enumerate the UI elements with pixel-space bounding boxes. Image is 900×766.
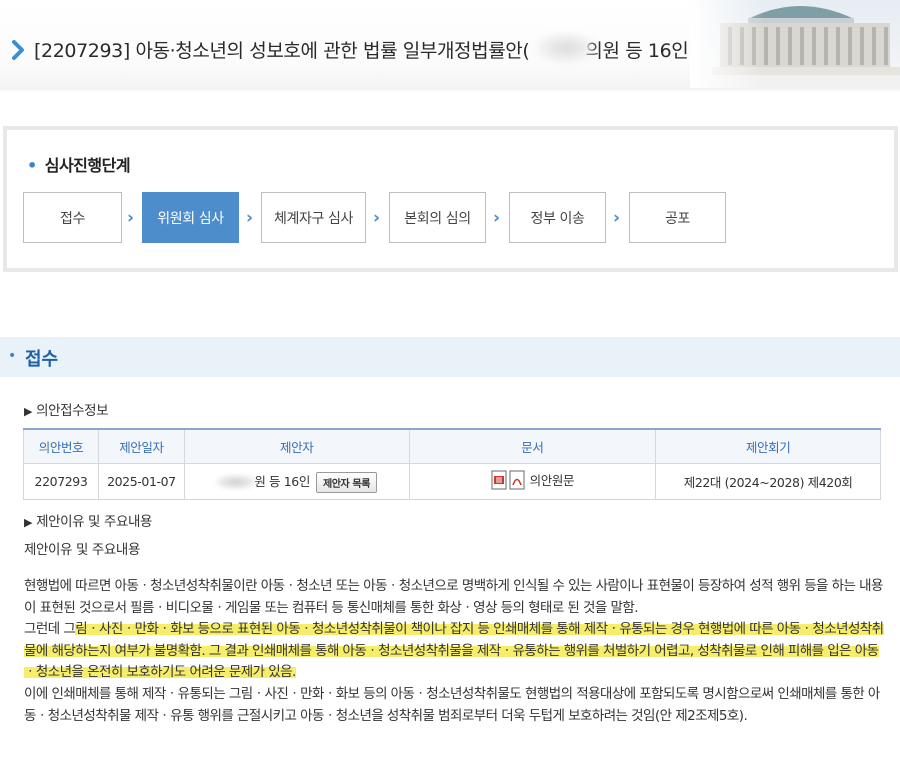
stage-title-text: 심사진행단계 — [44, 156, 131, 175]
triangle-right-icon: ▶ — [24, 516, 33, 529]
redaction-blur — [216, 475, 257, 489]
stage-title: • 심사진행단계 — [27, 152, 131, 176]
chevron-right-icon: › — [613, 208, 621, 228]
col-bill-no: 의안번호 — [23, 428, 99, 464]
reason-label: 제안이유 및 주요내용 — [24, 542, 140, 558]
reason-heading: ▶ 제안이유 및 주요내용 — [24, 510, 152, 530]
bullet-icon: • — [27, 156, 37, 175]
page-header: [2207293] 아동·청소년의 성보호에 관한 법률 일부개정법률안( 의원 … — [0, 0, 900, 92]
proposer-list-button[interactable]: 제안자 목록 — [315, 471, 378, 493]
bullet-icon: • — [8, 348, 17, 364]
highlighted-text: 림ㆍ사진ㆍ만화ㆍ화보 등으로 표현된 아동ㆍ청소년성착취물이 책이나 잡지 등 … — [24, 621, 884, 681]
info-heading: ▶ 의안접수정보 — [24, 399, 109, 419]
header-divider — [0, 88, 900, 92]
bill-info-table: 의안번호 제안일자 제안자 문서 제안회기 2207293 2025-01-07… — [23, 428, 881, 500]
paragraph-2: 그런데 그림ㆍ사진ㆍ만화ㆍ화보 등으로 표현된 아동ㆍ청소년성착취물이 책이나 … — [24, 619, 884, 684]
paragraph-3: 이에 인쇄매체를 통해 제작ㆍ유통되는 그림ㆍ사진ㆍ만화ㆍ화보 등의 아동ㆍ청소… — [24, 685, 880, 724]
title-arrow-icon — [12, 40, 24, 60]
col-proposer: 제안자 — [183, 428, 410, 464]
step-plenary[interactable]: 본회의 심의 — [389, 192, 486, 243]
bill-title-suffix: 의원 등 16인) — [585, 40, 696, 62]
chevron-right-icon: › — [493, 208, 501, 228]
proposer-text: 원 등 16인 — [254, 473, 310, 489]
cell-bill-no: 2207293 — [23, 463, 99, 500]
step-committee-review[interactable]: 위원회 심사 — [142, 192, 239, 243]
triangle-right-icon: ▶ — [24, 405, 33, 418]
col-document: 문서 — [408, 428, 657, 464]
step-promulgation[interactable]: 공포 — [629, 192, 726, 243]
section-title: 접수 — [25, 349, 59, 370]
cell-session: 제22대 (2024~2028) 제420회 — [655, 463, 881, 500]
step-received[interactable]: 접수 — [23, 192, 122, 243]
chevron-right-icon: › — [127, 208, 135, 228]
section-header: • 접수 — [0, 337, 900, 377]
paragraph-2-plain: 그런데 그 — [24, 621, 76, 638]
chevron-right-icon: › — [246, 208, 254, 228]
bill-title: [2207293] 아동·청소년의 성보호에 관한 법률 일부개정법률안( 의원 … — [34, 36, 696, 63]
table-row: 2207293 2025-01-07 원 등 16인 제안자 목록 의안원문 제2… — [23, 463, 881, 500]
reason-heading-text: 제안이유 및 주요내용 — [36, 514, 153, 530]
info-heading-text: 의안접수정보 — [36, 403, 109, 419]
bill-title-main: [2207293] 아동·청소년의 성보호에 관한 법률 일부개정법률안( — [34, 40, 530, 62]
document-link[interactable]: 의안원문 — [530, 473, 575, 488]
paragraph-1: 현행법에 따르면 아동ㆍ청소년성착취물이란 아동ㆍ청소년 또는 아동ㆍ청소년으로… — [24, 578, 883, 616]
document-icons — [491, 470, 527, 493]
assembly-building-image — [690, 0, 900, 92]
col-session: 제안회기 — [655, 428, 881, 464]
hwp-file-icon[interactable] — [491, 470, 527, 490]
cell-proposer: 원 등 16인 제안자 목록 — [183, 463, 410, 500]
review-stage-panel: • 심사진행단계 접수 › 위원회 심사 › 체계자구 심사 › 본회의 심의 ›… — [3, 126, 898, 272]
step-legal-review[interactable]: 체계자구 심사 — [261, 192, 366, 243]
cell-date: 2025-01-07 — [97, 463, 185, 500]
table-header-row: 의안번호 제안일자 제안자 문서 제안회기 — [23, 428, 881, 464]
redaction-blur — [536, 33, 596, 63]
cell-document: 의안원문 — [408, 463, 657, 500]
chevron-right-icon: › — [373, 208, 381, 228]
reason-body: 현행법에 따르면 아동ㆍ청소년성착취물이란 아동ㆍ청소년 또는 아동ㆍ청소년으로… — [24, 576, 884, 727]
col-date: 제안일자 — [97, 428, 185, 464]
step-govt-transfer[interactable]: 정부 이송 — [509, 192, 606, 243]
